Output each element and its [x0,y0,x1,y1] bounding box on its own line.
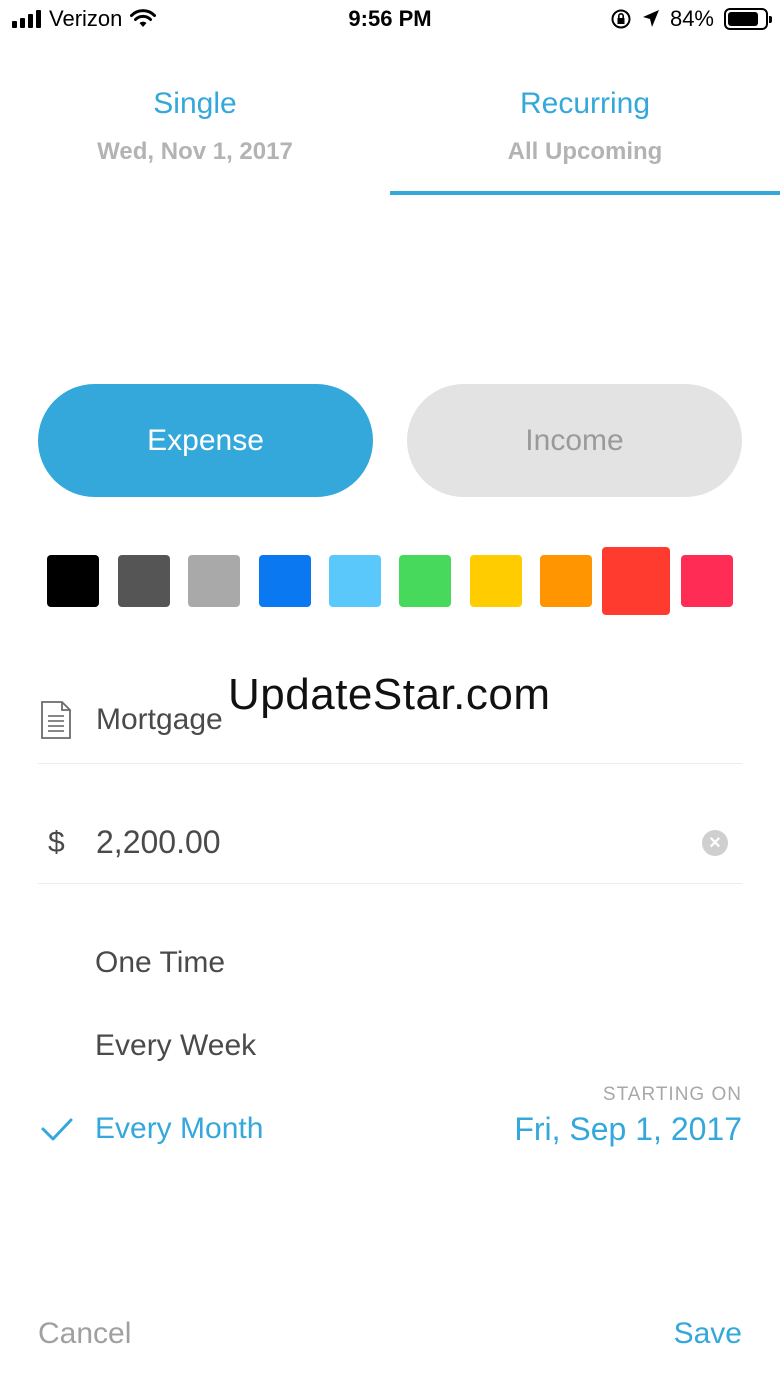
document-icon [41,701,71,739]
watermark: UpdateStar.com [228,670,551,719]
income-button[interactable]: Income [407,384,742,497]
tab-recurring-subtitle: All Upcoming [507,138,663,165]
color-swatch-2[interactable] [118,555,170,607]
frequency-option-every-week[interactable]: Every Week [95,1029,256,1063]
checkmark-icon [41,1118,73,1141]
cancel-button[interactable]: Cancel [38,1317,131,1351]
active-tab-indicator [390,191,780,195]
name-input[interactable]: Mortgage [96,703,223,737]
tab-single[interactable]: Single Wed, Nov 1, 2017 [0,80,390,196]
status-bar: Verizon 9:56 PM 84% [0,0,780,40]
rotation-lock-icon [611,9,631,29]
status-right: 84% [610,6,772,32]
starting-date-picker[interactable]: Fri, Sep 1, 2017 [514,1111,742,1148]
color-swatch-8[interactable] [540,555,592,607]
save-button[interactable]: Save [674,1317,742,1351]
color-swatch-6[interactable] [399,555,451,607]
color-swatch-10[interactable] [681,555,733,607]
tab-recurring-title: Recurring [519,87,651,120]
color-swatches [0,540,780,630]
frequency-option-every-month[interactable]: Every Month [95,1112,263,1146]
battery-icon [724,8,772,30]
location-icon [642,10,659,27]
tab-single-date: Wed, Nov 1, 2017 [97,138,293,165]
color-swatch-9[interactable] [602,547,670,615]
currency-symbol: $ [48,826,65,859]
color-swatch-4[interactable] [259,555,311,607]
expense-button[interactable]: Expense [38,384,373,497]
amount-input[interactable]: 2,200.00 [96,824,221,861]
starting-on-label: STARTING ON [602,1084,742,1105]
color-swatch-7[interactable] [470,555,522,607]
color-swatch-1[interactable] [47,555,99,607]
battery-percent: 84% [669,6,714,31]
frequency-option-one-time[interactable]: One Time [95,946,225,980]
mode-tabs: Single Wed, Nov 1, 2017 Recurring All Up… [0,80,780,196]
add-transaction-screen: Verizon 9:56 PM 84% Single Wed, Nov 1, 2… [0,0,780,1387]
amount-row: $ 2,200.00 × [38,810,742,884]
color-swatch-5[interactable] [329,555,381,607]
tab-single-title: Single [153,87,237,120]
clear-icon[interactable]: × [702,830,728,856]
tab-recurring[interactable]: Recurring All Upcoming [390,80,780,196]
color-swatch-3[interactable] [188,555,240,607]
